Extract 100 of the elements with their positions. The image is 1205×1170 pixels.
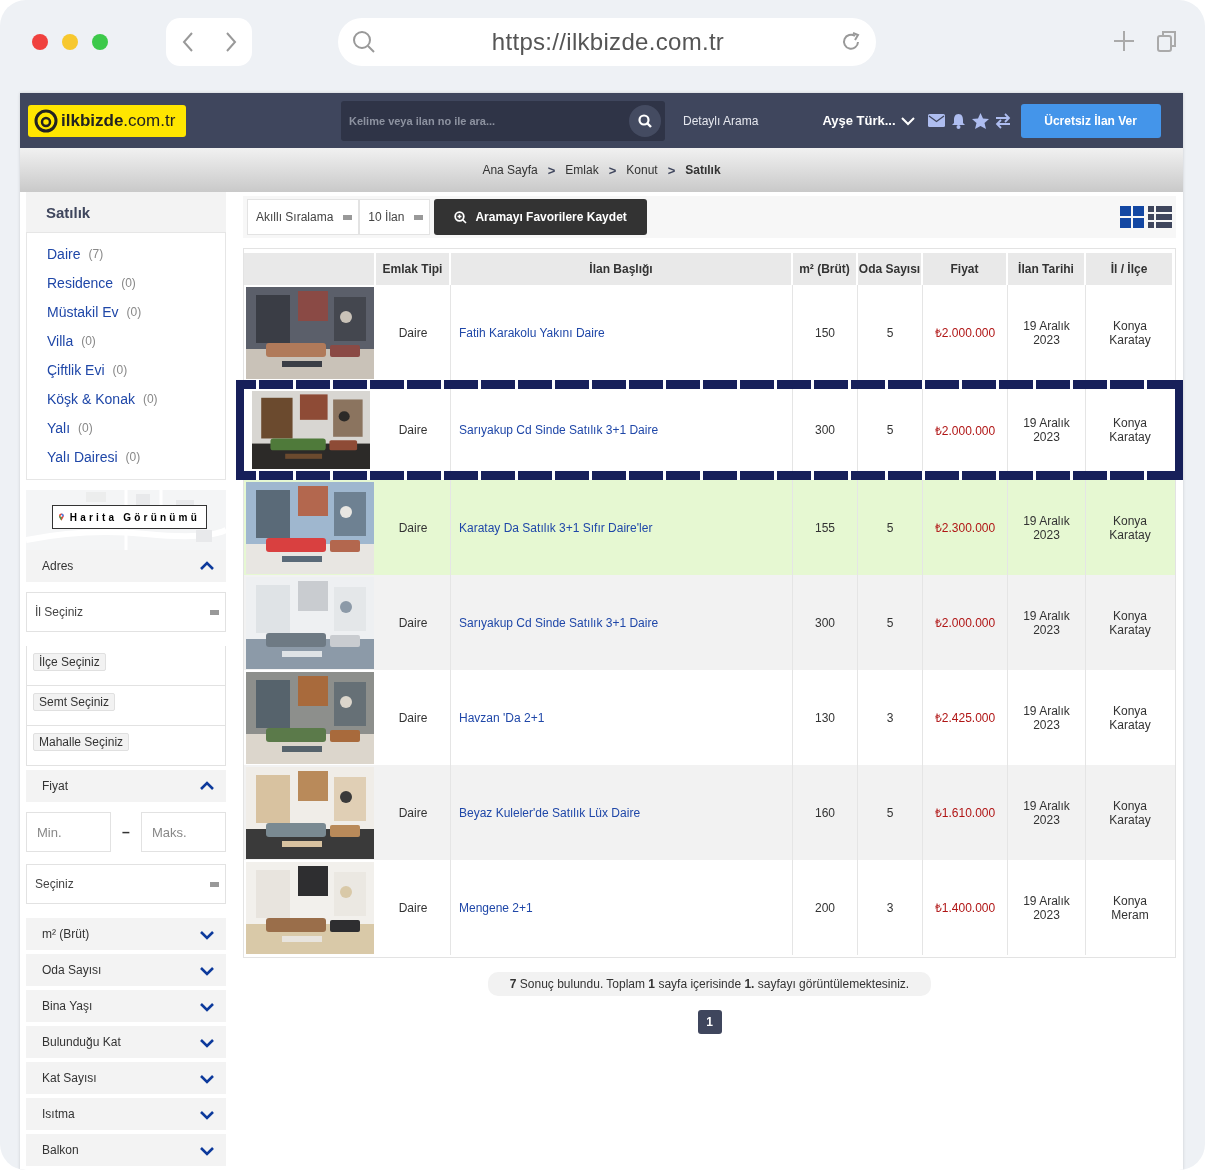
category-link[interactable]: Villa bbox=[47, 332, 74, 349]
min-price-field[interactable]: Min. bbox=[26, 812, 111, 852]
dropdown-icon bbox=[414, 214, 424, 220]
location-text: Konya Karatay bbox=[1108, 703, 1152, 732]
category-link[interactable]: Köşk & Konak bbox=[47, 390, 135, 407]
price-cell: ₺2.000.000 bbox=[923, 575, 1008, 670]
map-view-button[interactable]: Harita Görünümü bbox=[52, 505, 207, 529]
star-icon[interactable] bbox=[971, 112, 989, 129]
table-row[interactable]: Daire Mengene 2+1 200 3 ₺1.400.000 19 Aralık 2023 Konya Meram bbox=[244, 860, 1175, 955]
category-link[interactable]: Daire bbox=[47, 245, 81, 262]
listing-title-link[interactable]: Karatay Da Satılık 3+1 Sıfır Daire'ler bbox=[459, 520, 653, 535]
price-cell: ₺2.000.000 bbox=[923, 389, 1008, 471]
breadcrumb-link[interactable]: Ana Sayfa bbox=[482, 163, 538, 177]
category-count: (0) bbox=[142, 391, 158, 406]
listing-title-link[interactable]: Sarıyakup Cd Sinde Satılık 3+1 Daire bbox=[459, 423, 659, 437]
filter-section-header[interactable]: Oda Sayısı bbox=[26, 954, 226, 986]
featured-row[interactable]: Daire Sarıyakup Cd Sinde Satılık 3+1 Daire 300 5 ₺2.000.000 19 Aralık 2023 Konya Karatay bbox=[244, 389, 1175, 471]
breadcrumb-separator: > bbox=[667, 162, 676, 178]
address-bar[interactable]: https://ilkbizde.com.tr bbox=[338, 18, 876, 66]
location-text: Konya Karatay bbox=[1108, 318, 1152, 347]
breadcrumb-separator: > bbox=[547, 162, 556, 178]
search-icon bbox=[352, 30, 376, 54]
select-field[interactable]: Mahalle Seçiniz bbox=[26, 726, 226, 766]
list-view-icon[interactable] bbox=[1148, 206, 1172, 228]
filter-section-header[interactable]: Fiyat bbox=[26, 770, 226, 802]
listing-title-link[interactable]: Fatih Karakolu Yakını Daire bbox=[459, 325, 605, 340]
breadcrumb-link[interactable]: Konut bbox=[626, 163, 658, 177]
category-count: (0) bbox=[125, 449, 141, 464]
table-cell: 300 bbox=[793, 575, 858, 670]
date-text: 19 Aralık 2023 bbox=[1022, 893, 1071, 922]
user-name[interactable]: Ayşe Türk... bbox=[822, 113, 896, 128]
listing-title-link[interactable]: Havzan 'Da 2+1 bbox=[459, 710, 545, 725]
breadcrumb-separator: > bbox=[608, 162, 617, 178]
table-cell: 5 bbox=[858, 765, 923, 860]
category-link[interactable]: Yalı bbox=[47, 419, 71, 436]
table-row[interactable]: Daire Havzan 'Da 2+1 130 3 ₺2.425.000 19 Aralık 2023 Konya Karatay bbox=[244, 670, 1175, 765]
highlighted-row[interactable]: Daire Karatay Da Satılık 3+1 Sıfır Daire'ler 155 5 ₺2.300.000 19 Aralık 2023 Konya Karatay bbox=[244, 480, 1175, 575]
column-header: Fiyat bbox=[923, 253, 1008, 285]
filter-section-header[interactable]: m² (Brüt) bbox=[26, 918, 226, 950]
table-cell: 3 bbox=[858, 860, 923, 955]
location-text: Konya Karatay bbox=[1108, 798, 1152, 827]
forward-icon[interactable] bbox=[223, 31, 238, 53]
listing-title-link[interactable]: Beyaz Kuleler'de Satılık Lüx Daire bbox=[459, 805, 641, 820]
filter-section-header[interactable]: Adres bbox=[26, 550, 226, 582]
breadcrumb-current: Satılık bbox=[685, 163, 721, 177]
select-field[interactable]: Semt Seçiniz bbox=[26, 686, 226, 726]
category-link[interactable]: Yalı Dairesi bbox=[47, 448, 118, 465]
filter-section-header[interactable]: Isıtma bbox=[26, 1098, 226, 1130]
category-count: (7) bbox=[88, 246, 104, 261]
detailed-search-link[interactable]: Detaylı Arama bbox=[683, 113, 759, 128]
column-header: İlan Tarihi bbox=[1008, 253, 1086, 285]
table-cell: 5 bbox=[858, 389, 923, 471]
column-header: İl / İlçe bbox=[1086, 253, 1174, 285]
grid-view-icon[interactable] bbox=[1120, 206, 1144, 228]
table-cell: 160 bbox=[793, 765, 858, 860]
column-header: Emlak Tipi bbox=[376, 253, 451, 285]
price-cell: ₺1.400.000 bbox=[923, 860, 1008, 955]
eye-logo-icon bbox=[34, 108, 58, 133]
sidebar-title: Satılık bbox=[26, 192, 226, 232]
filter-section-header[interactable]: Balkon bbox=[26, 1134, 226, 1166]
breadcrumb-link[interactable]: Emlak bbox=[565, 163, 599, 177]
back-icon[interactable] bbox=[180, 31, 195, 53]
category-link[interactable]: Residence bbox=[47, 274, 114, 291]
price-cell: ₺1.610.000 bbox=[923, 765, 1008, 860]
category-count: (0) bbox=[121, 275, 136, 290]
filter-section-header[interactable]: Bulunduğu Kat bbox=[26, 1026, 226, 1058]
select-field[interactable]: İl Seçiniz bbox=[26, 592, 226, 632]
site-logo[interactable]: ilkbizde.com.tr bbox=[28, 104, 186, 137]
page-size-select[interactable]: 10 İlan bbox=[359, 199, 431, 235]
search-field[interactable]: Kelime veya ilan no ile ara... bbox=[341, 100, 665, 141]
table-cell: Daire bbox=[376, 860, 451, 955]
category-count: (0) bbox=[81, 333, 96, 348]
category-link[interactable]: Müstakil Ev bbox=[47, 303, 119, 320]
close-icon[interactable] bbox=[32, 34, 48, 50]
search-icon bbox=[638, 113, 652, 128]
listing-title-link[interactable]: Sarıyakup Cd Sinde Satılık 3+1 Daire bbox=[459, 615, 659, 630]
sort-select[interactable]: Akıllı Sıralama bbox=[247, 199, 360, 235]
save-search-button[interactable]: Aramayı Favorilere Kaydet bbox=[434, 199, 647, 235]
date-text: 19 Aralık 2023 bbox=[1022, 703, 1071, 732]
location-text: Konya Meram bbox=[1110, 893, 1150, 922]
bell-icon[interactable] bbox=[950, 112, 966, 129]
table-row[interactable]: Daire Beyaz Kuleler'de Satılık Lüx Daire 160 5 ₺1.610.000 19 Aralık 2023 Konya Karatay bbox=[244, 765, 1175, 860]
select-field[interactable]: Seçiniz bbox=[26, 864, 226, 904]
table-row[interactable]: Daire Fatih Karakolu Yakını Daire 150 5 ₺2.000.000 19 Aralık 2023 Konya Karatay bbox=[244, 285, 1175, 380]
column-header: Oda Sayısı bbox=[858, 253, 923, 285]
mail-icon[interactable] bbox=[927, 114, 945, 127]
dropdown-icon bbox=[343, 214, 353, 220]
reload-icon[interactable] bbox=[840, 31, 862, 53]
filter-section-header[interactable]: Bina Yaşı bbox=[26, 990, 226, 1022]
filter-section-header[interactable]: Kat Sayısı bbox=[26, 1062, 226, 1094]
max-price-field[interactable]: Maks. bbox=[141, 812, 226, 852]
date-text: 19 Aralık 2023 bbox=[1022, 513, 1071, 542]
chevron-down-icon[interactable] bbox=[899, 114, 916, 127]
table-row[interactable]: Daire Sarıyakup Cd Sinde Satılık 3+1 Daire 300 5 ₺2.000.000 19 Aralık 2023 Konya Karatay bbox=[244, 575, 1175, 670]
category-link[interactable]: Çiftlik Evi bbox=[47, 361, 105, 378]
page-button[interactable]: 1 bbox=[697, 1010, 722, 1034]
listing-title-link[interactable]: Mengene 2+1 bbox=[459, 900, 533, 915]
select-field[interactable]: İlçe Seçiniz bbox=[26, 646, 226, 686]
swap-arrows-icon[interactable] bbox=[994, 112, 1011, 129]
dropdown-icon bbox=[210, 609, 219, 615]
